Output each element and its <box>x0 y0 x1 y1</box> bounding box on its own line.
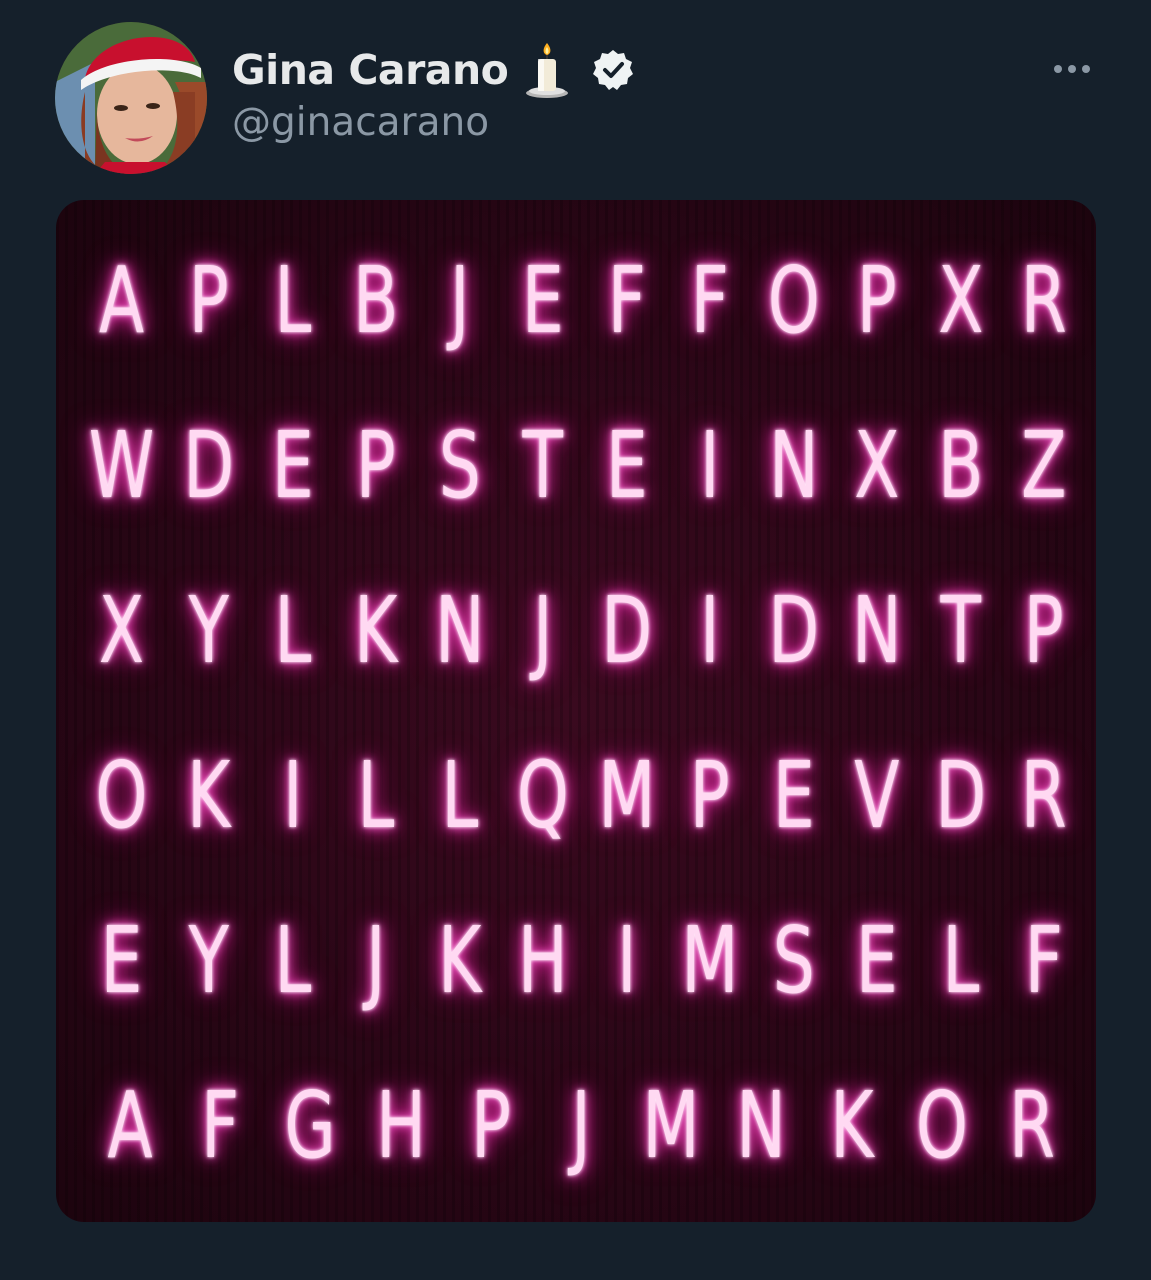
candle-icon <box>524 41 570 99</box>
more-dot-icon <box>1082 65 1090 73</box>
grid-letter: F <box>201 1072 240 1179</box>
grid-letter: V <box>854 742 900 849</box>
grid-letter: P <box>470 1072 511 1179</box>
grid-letter: E <box>271 412 314 519</box>
grid-letter: I <box>616 907 637 1014</box>
grid-letter: I <box>282 742 303 849</box>
grid-letter: X <box>937 247 984 354</box>
more-options-button[interactable] <box>1044 50 1100 88</box>
grid-letter: F <box>607 247 646 354</box>
grid-letter: W <box>88 412 155 519</box>
avatar-photo <box>55 22 207 174</box>
grid-letter: A <box>107 1072 153 1179</box>
grid-letter: K <box>437 907 482 1014</box>
grid-letter: G <box>284 1072 337 1179</box>
grid-letter: T <box>522 412 564 519</box>
grid-letter: M <box>597 742 656 849</box>
grid-letter: E <box>521 247 564 354</box>
grid-letter: L <box>273 577 311 684</box>
grid-letter: P <box>857 247 898 354</box>
grid-letter: L <box>440 742 478 849</box>
user-handle[interactable]: @ginacarano <box>232 100 489 145</box>
grid-letter: O <box>95 742 148 849</box>
grid-last-row: AFGHPJMNKOR <box>76 1043 1086 1208</box>
grid-letter: P <box>355 412 396 519</box>
grid-letter: P <box>1024 577 1065 684</box>
grid-letter: E <box>772 742 815 849</box>
grid-letter: O <box>915 1072 968 1179</box>
grid-letter: D <box>600 577 652 684</box>
grid-letter: S <box>772 907 815 1014</box>
grid-letter: R <box>1021 247 1068 354</box>
grid-letter: N <box>434 577 485 684</box>
grid-letter: H <box>375 1072 426 1179</box>
grid-letter: Z <box>1021 412 1067 519</box>
grid-letter: E <box>100 907 143 1014</box>
tweet: Gina Carano @ginacarano APLBJEFFOPX R W … <box>0 0 1151 1280</box>
more-dot-icon <box>1068 65 1076 73</box>
grid-letter: P <box>188 247 229 354</box>
grid-letter: Y <box>188 577 229 684</box>
grid-letter: S <box>438 412 481 519</box>
verified-badge-icon[interactable] <box>592 49 634 91</box>
grid-letter: L <box>273 247 311 354</box>
grid-letter: Y <box>188 907 229 1014</box>
grid-letter: N <box>852 577 902 684</box>
grid-letter: T <box>940 577 981 684</box>
grid-letter: D <box>768 577 820 684</box>
name-row: Gina Carano <box>232 40 634 100</box>
more-dot-icon <box>1054 65 1062 73</box>
neon-letter-grid: APLBJEFFOPXRWDEPSTEINXBZXYLKNJDIDNTPOKIL… <box>76 218 1086 1208</box>
grid-letter: Q <box>516 742 570 849</box>
grid-letter: B <box>937 412 984 519</box>
grid-letter: D <box>183 412 235 519</box>
grid-letter: L <box>942 907 980 1014</box>
grid-letter: H <box>518 907 568 1014</box>
grid-letter: J <box>571 1072 591 1179</box>
grid-letter: X <box>854 412 900 519</box>
grid-letter: P <box>690 742 730 849</box>
grid-letter: M <box>642 1072 700 1179</box>
grid-letter: R <box>1008 1072 1055 1179</box>
grid-letter: A <box>98 247 145 354</box>
grid-letter: I <box>700 577 720 684</box>
grid-letter: J <box>533 577 553 684</box>
grid-letter: O <box>767 247 820 354</box>
grid-letter: X <box>98 577 145 684</box>
avatar[interactable] <box>55 22 207 174</box>
grid-letter: F <box>690 247 730 354</box>
grid-letter: M <box>681 907 739 1014</box>
grid-letter: E <box>856 907 899 1014</box>
display-name[interactable]: Gina Carano <box>232 46 509 94</box>
grid-letter: B <box>353 247 399 354</box>
grid-letter: F <box>1025 907 1064 1014</box>
grid-letter: E <box>605 412 648 519</box>
tweet-media-image[interactable]: APLBJEFFOPXRWDEPSTEINXBZXYLKNJDIDNTPOKIL… <box>56 200 1096 1222</box>
grid-letter: J <box>449 247 470 354</box>
grid-letter: K <box>187 742 231 849</box>
grid-letter: I <box>700 412 720 519</box>
grid-letter: J <box>366 907 386 1014</box>
grid-letter: L <box>273 907 311 1014</box>
grid-letter: K <box>829 1072 874 1179</box>
grid-letter: R <box>1021 742 1068 849</box>
grid-letter: L <box>357 742 395 849</box>
grid-letter: K <box>354 577 398 684</box>
grid-letter: D <box>935 742 987 849</box>
grid-letter: N <box>736 1072 787 1179</box>
grid-letter: N <box>768 412 819 519</box>
